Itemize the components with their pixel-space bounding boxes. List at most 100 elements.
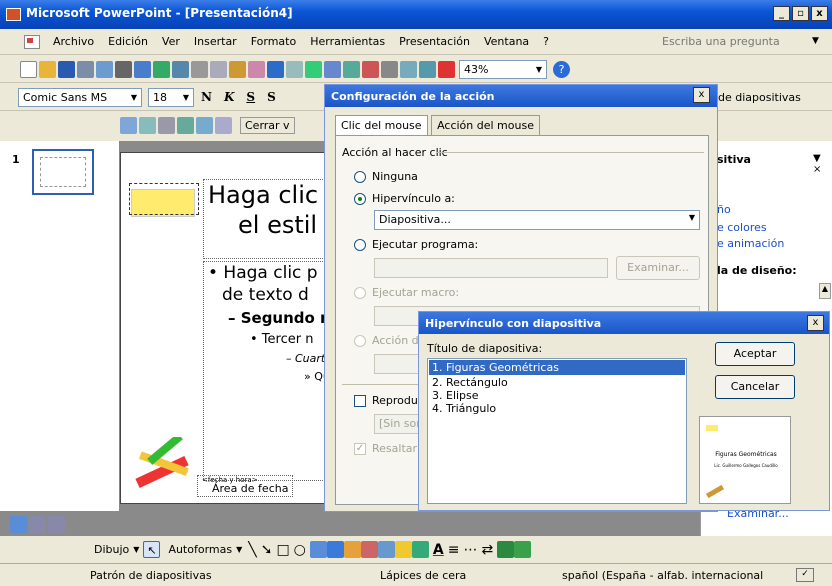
insert-slide-master-icon[interactable] <box>120 117 137 134</box>
new-icon[interactable] <box>20 60 37 78</box>
menu-presentacion[interactable]: Presentación <box>392 35 477 48</box>
close-button[interactable]: x <box>811 6 828 21</box>
redo-icon[interactable] <box>286 60 303 78</box>
help-icon[interactable]: ? <box>553 60 570 78</box>
radio-object-action[interactable]: Acción de <box>354 334 425 347</box>
chevron-down-icon[interactable]: ▼ <box>133 545 139 554</box>
slide-thumbnail[interactable] <box>32 149 94 195</box>
shadow-icon[interactable] <box>497 541 515 558</box>
ok-button[interactable]: Aceptar <box>715 342 795 366</box>
program-input[interactable] <box>374 258 608 278</box>
taskpane-link-colors[interactable]: e colores <box>717 221 767 234</box>
radio-none[interactable]: Ninguna <box>354 170 418 183</box>
scroll-up-icon[interactable]: ▲ <box>819 283 831 299</box>
slide-list-item[interactable]: 3. Elipse <box>428 389 686 402</box>
menu-ventana[interactable]: Ventana <box>477 35 536 48</box>
menu-ver[interactable]: Ver <box>155 35 187 48</box>
show-formatting-icon[interactable] <box>400 60 417 78</box>
close-icon[interactable]: x <box>807 315 824 331</box>
color-grayscale-icon[interactable] <box>362 60 379 78</box>
open-icon[interactable] <box>39 60 56 78</box>
copy-icon[interactable] <box>210 60 227 78</box>
slide-list-item[interactable]: 2. Rectángulo <box>428 376 686 389</box>
minimize-button[interactable]: _ <box>773 6 790 21</box>
zoom-select[interactable]: 43% ▼ <box>459 59 547 79</box>
diagram-icon[interactable] <box>343 541 361 558</box>
wordart-icon[interactable] <box>326 541 344 558</box>
tab-mouseover[interactable]: Acción del mouse <box>431 115 540 135</box>
sorter-view-icon[interactable] <box>29 516 46 533</box>
taskpane-close-icon[interactable]: ▼ × <box>813 153 832 175</box>
format-painter-icon[interactable] <box>248 60 265 78</box>
arrow-icon[interactable]: ➘ <box>261 542 273 558</box>
oval-icon[interactable]: ○ <box>294 542 306 558</box>
email-icon[interactable] <box>96 60 113 78</box>
chevron-down-icon[interactable]: ▼ <box>812 36 819 46</box>
undo-icon[interactable] <box>267 60 284 78</box>
line-style-icon[interactable]: ≡ <box>448 542 460 558</box>
draw-menu[interactable]: Dibujo <box>94 543 129 556</box>
delete-master-icon[interactable] <box>158 117 175 134</box>
taskpane-link-1[interactable]: ño <box>717 203 731 216</box>
picture-icon[interactable] <box>377 541 395 558</box>
close-master-button[interactable]: Cerrar v <box>240 117 295 134</box>
save-icon[interactable] <box>58 60 75 78</box>
permission-icon[interactable] <box>77 60 94 78</box>
line-icon[interactable]: ╲ <box>248 542 256 558</box>
close-icon[interactable]: x <box>693 87 710 103</box>
normal-view-icon[interactable] <box>10 516 27 533</box>
chart-icon[interactable] <box>305 60 322 78</box>
font-color-icon[interactable]: A <box>433 542 444 558</box>
taskpane-link-animation[interactable]: e animación <box>717 237 784 250</box>
menu-formato[interactable]: Formato <box>244 35 304 48</box>
italic-button[interactable]: K <box>219 90 239 104</box>
expand-icon[interactable] <box>381 60 398 78</box>
preserve-master-icon[interactable] <box>177 117 194 134</box>
shadow-button[interactable]: S <box>262 90 281 104</box>
rename-master-icon[interactable] <box>196 117 213 134</box>
grid-icon[interactable] <box>419 60 436 78</box>
slide-list-item[interactable]: 1. Figuras Geométricas <box>429 360 685 375</box>
print-icon[interactable] <box>115 60 132 78</box>
cancel-button[interactable]: Cancelar <box>715 375 795 399</box>
tables-borders-icon[interactable] <box>343 60 360 78</box>
bold-button[interactable]: N <box>196 90 217 104</box>
arrow-style-icon[interactable]: ⇄ <box>481 542 493 558</box>
menu-edicion[interactable]: Edición <box>101 35 155 48</box>
powerpoint-icon[interactable] <box>6 8 21 21</box>
line-color-icon[interactable] <box>411 541 429 558</box>
tab-click[interactable]: Clic del mouse <box>335 115 428 135</box>
menu-insertar[interactable]: Insertar <box>187 35 244 48</box>
insert-title-master-icon[interactable] <box>139 117 156 134</box>
browse-button[interactable]: Examinar... <box>616 256 700 280</box>
cut-icon[interactable] <box>191 60 208 78</box>
menu-archivo[interactable]: Archivo <box>46 35 101 48</box>
table-icon[interactable] <box>324 60 341 78</box>
dash-style-icon[interactable]: ⋯ <box>463 542 477 558</box>
paste-icon[interactable] <box>229 60 246 78</box>
highlight-checkbox[interactable]: ✓ Resaltar <box>354 442 417 455</box>
select-pointer-icon[interactable]: ↖ <box>143 541 161 558</box>
slideshow-icon[interactable] <box>48 516 65 533</box>
slide-list-item[interactable]: 4. Triángulo <box>428 402 686 415</box>
spelling-icon[interactable] <box>153 60 170 78</box>
underline-button[interactable]: S <box>241 90 260 104</box>
chevron-down-icon[interactable]: ▼ <box>236 545 242 554</box>
fill-color-icon[interactable] <box>394 541 412 558</box>
radio-macro[interactable]: Ejecutar macro: <box>354 286 459 299</box>
spelling-status-icon[interactable]: ✓ <box>796 568 814 582</box>
radio-run-program[interactable]: Ejecutar programa: <box>354 238 478 251</box>
ask-question-input[interactable]: Escriba una pregunta <box>652 34 802 51</box>
menu-help[interactable]: ? <box>536 35 556 48</box>
radio-hyperlink[interactable]: Hipervínculo a: <box>354 192 455 205</box>
clipart-icon[interactable] <box>360 541 378 558</box>
autoshapes-menu[interactable]: Autoformas <box>168 543 232 556</box>
rectangle-icon[interactable]: □ <box>276 542 289 558</box>
date-placeholder[interactable]: <fecha y hora> Área de fecha <box>197 475 293 497</box>
restore-button[interactable]: ▫ <box>792 6 809 21</box>
document-icon[interactable] <box>24 34 40 49</box>
layout-icon[interactable] <box>215 117 232 134</box>
preview-icon[interactable] <box>134 60 151 78</box>
hyperlink-select[interactable]: Diapositiva... ▼ <box>374 210 700 230</box>
font-select[interactable]: Comic Sans MS ▼ <box>18 87 142 107</box>
